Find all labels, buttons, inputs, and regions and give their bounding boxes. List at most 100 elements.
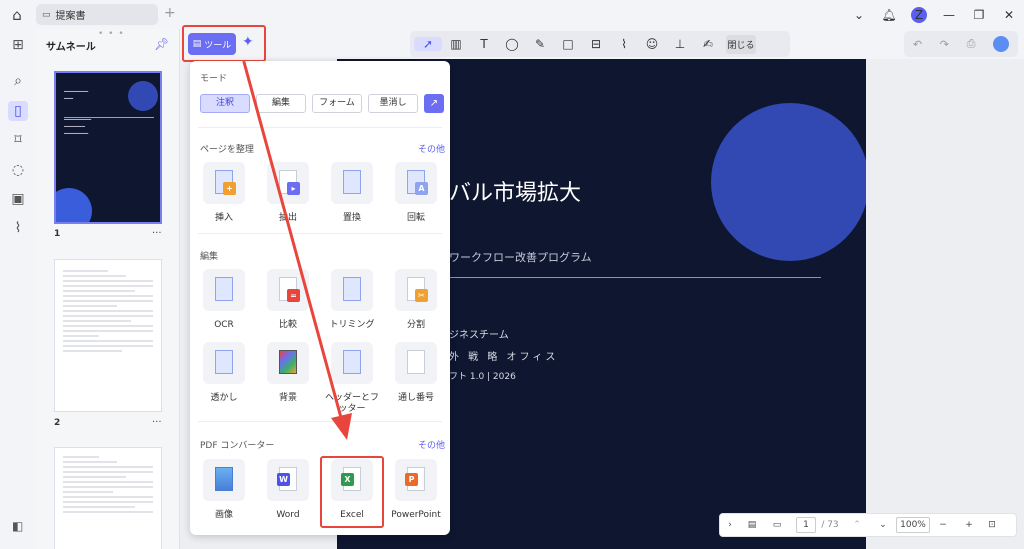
title-bar: ⌂ ▭ 提案書 + ⌄ 🔔︎ Z — ❐ ✕ — [0, 0, 1024, 29]
tab-title: 提案書 — [55, 11, 86, 22]
attachment-icon[interactable]: ⌇ — [610, 37, 638, 51]
sticker-icon[interactable]: ☺ — [638, 37, 666, 51]
next-page-icon[interactable]: ⌄ — [870, 520, 896, 530]
redo-icon[interactable]: ↷ — [940, 38, 949, 51]
bates-number-label: 通し番号 — [397, 393, 434, 403]
slide-meta-office: 外 戦 略 オフィス — [449, 352, 559, 363]
background-tool[interactable]: 背景 — [261, 342, 315, 404]
word-icon: W — [267, 459, 309, 501]
to-image-tool[interactable]: 画像 — [197, 459, 251, 521]
close-icon[interactable]: ✕ — [994, 8, 1024, 22]
mode-edit-button[interactable]: 編集 — [256, 94, 306, 113]
thumbnail-header: サムネール — [46, 42, 96, 53]
avatar[interactable]: Z — [911, 6, 927, 23]
bookmark-icon[interactable]: ⌑ — [8, 130, 28, 150]
mode-annotate-button[interactable]: 注釈 — [200, 94, 250, 113]
ai-assistant-icon[interactable] — [993, 36, 1010, 52]
reading-mode-icon[interactable]: ▤ — [740, 520, 764, 530]
decorative-circle — [128, 81, 158, 111]
restore-icon[interactable]: ❐ — [964, 8, 994, 22]
zoom-level[interactable]: 100% — [896, 517, 930, 533]
background-icon — [267, 342, 309, 384]
save-icon[interactable]: ⎙ — [967, 37, 976, 51]
comment-icon[interactable]: ◌ — [8, 160, 28, 180]
document-tab[interactable]: ▭ 提案書 — [36, 4, 158, 25]
home-icon[interactable]: ⌂ — [0, 0, 34, 29]
close-toolbar-button[interactable]: 閉じる — [726, 34, 756, 54]
search-icon[interactable]: ⌕ — [8, 71, 28, 91]
slide-divider — [449, 277, 821, 278]
decorative-circle — [711, 103, 866, 261]
bell-icon[interactable]: 🔔︎ — [874, 8, 904, 22]
mode-form-button[interactable]: フォーム — [312, 94, 362, 113]
history-toolbar: ↶ ↷ ⎙ — [904, 31, 1018, 57]
minimize-icon[interactable]: — — [934, 8, 964, 22]
slide-meta-team: ジネスチーム — [449, 330, 509, 341]
stamp-icon[interactable]: ⊥ — [666, 37, 694, 51]
thumbnail-text-lines — [63, 270, 153, 355]
extract-tool[interactable]: ▸ 抽出 — [261, 162, 315, 224]
page-thumbnail-icon[interactable]: ▯ — [8, 101, 28, 121]
mode-redact-button[interactable]: 墨消し — [368, 94, 418, 113]
to-word-label: Word — [276, 510, 300, 520]
divider — [198, 233, 442, 234]
thumbnail-page-2[interactable] — [54, 259, 162, 412]
header-footer-tool[interactable]: ヘッダーとフッター — [325, 342, 379, 415]
decorative-circle — [56, 188, 92, 222]
attachment-icon[interactable]: ⌇ — [8, 218, 28, 238]
slide-subtitle: ワークフロー改善プログラム — [449, 251, 592, 264]
expand-icon[interactable]: › — [720, 520, 740, 530]
replace-tool[interactable]: 置換 — [325, 162, 379, 224]
pencil-icon[interactable]: ✎ — [526, 37, 554, 51]
measure-icon[interactable]: ⊟ — [582, 37, 610, 51]
highlight-area-icon[interactable]: ▥ — [442, 37, 470, 51]
form-icon[interactable]: ▣ — [8, 189, 28, 209]
thumbnail-rule — [64, 117, 154, 118]
organize-section-label: ページを整理 — [200, 145, 254, 155]
converter-section-label: PDF コンバーター — [200, 441, 275, 451]
crop-label: トリミング — [329, 320, 375, 330]
bates-number-tool[interactable]: 通し番号 — [389, 342, 443, 404]
watermark-tool[interactable]: 透かし — [197, 342, 251, 404]
presentation-icon[interactable]: ▭ — [764, 520, 790, 530]
layers-icon[interactable]: ◧ — [12, 519, 23, 533]
text-tool-icon[interactable]: T — [470, 37, 498, 51]
to-powerpoint-tool[interactable]: P PowerPoint — [389, 459, 443, 521]
shape-rectangle-icon[interactable]: □ — [554, 37, 582, 51]
new-tab-icon[interactable]: + — [164, 5, 176, 21]
to-word-tool[interactable]: W Word — [261, 459, 315, 521]
zoom-out-icon[interactable]: − — [930, 520, 956, 530]
signature-icon[interactable]: ✍ — [694, 37, 722, 51]
mode-buttons: 注釈 編集 フォーム 墨消し ↗ — [200, 94, 444, 113]
converter-more-link[interactable]: その他 — [418, 438, 445, 451]
open-external-icon[interactable]: ↗ — [424, 94, 444, 113]
mode-section-label: モード — [200, 74, 228, 84]
crop-tool[interactable]: トリミング — [325, 269, 379, 331]
thumbnail-page-1[interactable]: ━━━━━━━━ ━━━ ━━━━━━━━━ ━━━━━━━ ━━━━━━━━ — [54, 71, 162, 224]
drag-handle-icon[interactable]: • • • — [98, 29, 125, 39]
compare-tool[interactable]: = 比較 — [261, 269, 315, 331]
fit-page-icon[interactable]: ⊡ — [982, 520, 1002, 530]
page-more-icon[interactable]: ··· — [152, 228, 162, 239]
current-page-input[interactable]: 1 — [796, 517, 816, 533]
replace-label: 置換 — [342, 213, 361, 223]
organize-more-link[interactable]: その他 — [418, 142, 445, 155]
grid-icon[interactable]: ⊞ — [8, 35, 28, 55]
page-more-icon[interactable]: ··· — [152, 417, 162, 428]
zoom-in-icon[interactable]: + — [956, 520, 982, 530]
compare-icon: = — [267, 269, 309, 311]
pin-icon[interactable]: 📌︎ — [154, 37, 169, 51]
comment-bubble-icon[interactable]: ◯ — [498, 37, 526, 51]
previous-page-icon[interactable]: ⌃ — [844, 520, 870, 530]
rotate-tool[interactable]: A 回転 — [389, 162, 443, 224]
thumbnail-page-3[interactable] — [54, 447, 162, 549]
insert-tool[interactable]: + 挿入 — [197, 162, 251, 224]
page-navigation-bar: › ▤ ▭ 1 / 73 ⌃ ⌄ 100% − + ⊡ — [719, 513, 1017, 537]
ocr-tool[interactable]: OCR — [197, 269, 251, 331]
undo-icon[interactable]: ↶ — [913, 38, 922, 51]
chevron-down-icon[interactable]: ⌄ — [844, 8, 874, 22]
split-tool[interactable]: ✂ 分割 — [389, 269, 443, 331]
watermark-label: 透かし — [210, 393, 238, 403]
background-label: 背景 — [278, 393, 297, 403]
select-cursor-icon[interactable]: ➚ — [414, 37, 442, 51]
